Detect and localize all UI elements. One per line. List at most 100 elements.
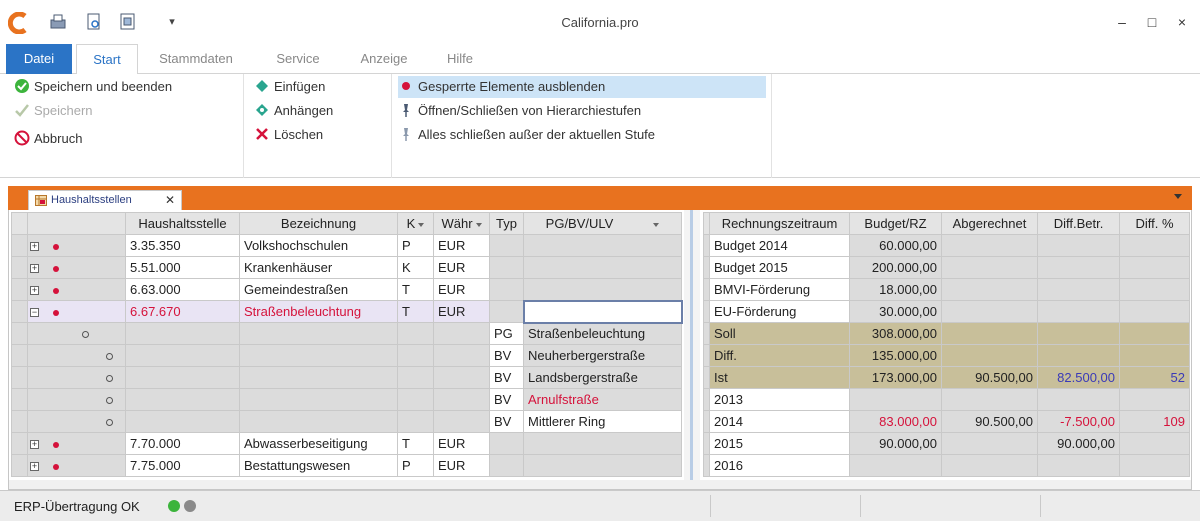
save-and-close-button[interactable]: Speichern und beenden (14, 76, 172, 98)
cell-haushaltsstelle[interactable] (125, 410, 240, 433)
header-k[interactable]: K (397, 212, 434, 235)
cell-waehr[interactable] (433, 344, 490, 367)
header-diff-betr[interactable]: Diff.Betr. (1037, 212, 1120, 235)
cell-diff-betr[interactable] (1037, 300, 1120, 323)
table-row[interactable]: 2013 (703, 388, 1190, 411)
close-all-except-button[interactable]: Alles schließen außer der aktuellen Stuf… (398, 124, 655, 146)
cell-budget-rz[interactable]: 83.000,00 (849, 410, 942, 433)
cell-k[interactable]: K (397, 256, 434, 279)
close-window-button[interactable]: × (1172, 12, 1192, 32)
cell-k[interactable] (397, 410, 434, 433)
cell-haushaltsstelle[interactable]: 7.70.000 (125, 432, 240, 455)
cell-budget-rz[interactable]: 135.000,00 (849, 344, 942, 367)
header-typ[interactable]: Typ (489, 212, 524, 235)
cell-budget-rz[interactable]: 30.000,00 (849, 300, 942, 323)
hide-locked-button[interactable]: Gesperrte Elemente ausblenden (398, 76, 766, 98)
cell-pg-bv-ulv[interactable] (523, 432, 682, 455)
header-haushaltsstelle[interactable]: Haushaltsstelle (125, 212, 240, 235)
cell-diff-betr[interactable]: -7.500,00 (1037, 410, 1120, 433)
cell-bezeichnung[interactable] (239, 344, 398, 367)
cell-haushaltsstelle[interactable]: 5.51.000 (125, 256, 240, 279)
header-abgerechnet[interactable]: Abgerechnet (941, 212, 1038, 235)
cell-waehr[interactable] (433, 410, 490, 433)
cell-bezeichnung[interactable]: Volkshochschulen (239, 234, 398, 257)
table-row[interactable]: 2015 90.000,00 90.000,00 (703, 432, 1190, 455)
child-row[interactable]: BV Arnulfstraße (11, 388, 682, 411)
cell-diff-pct[interactable] (1119, 300, 1190, 323)
cell-typ[interactable]: BV (489, 388, 524, 411)
cell-waehr[interactable]: EUR (433, 256, 490, 279)
cell-diff-pct[interactable]: 52 (1119, 366, 1190, 389)
cell-diff-pct[interactable] (1119, 432, 1190, 455)
cell-waehr[interactable]: EUR (433, 432, 490, 455)
cell-k[interactable]: T (397, 432, 434, 455)
cell-typ[interactable]: BV (489, 344, 524, 367)
table-row[interactable]: BMVI-Förderung 18.000,00 (703, 278, 1190, 301)
table-row[interactable]: − 6.67.670 Straßenbeleuchtung T EUR (11, 299, 683, 324)
table-row[interactable]: EU-Förderung 30.000,00 (703, 300, 1190, 323)
child-row[interactable]: PG Straßenbeleuchtung (11, 322, 682, 345)
cell-waehr[interactable]: EUR (433, 454, 490, 477)
cell-budget-rz[interactable]: 90.000,00 (849, 432, 942, 455)
cell-haushaltsstelle[interactable] (125, 366, 240, 389)
cell-budget-rz[interactable] (849, 388, 942, 411)
cell-k[interactable] (397, 322, 434, 345)
child-row[interactable]: BV Neuherbergerstraße (11, 344, 682, 367)
cell-k[interactable] (397, 388, 434, 411)
cell-abgerechnet[interactable]: 90.500,00 (941, 410, 1038, 433)
cell-abgerechnet[interactable] (941, 454, 1038, 477)
row-selector[interactable] (11, 300, 28, 323)
cell-haushaltsstelle[interactable]: 7.75.000 (125, 454, 240, 477)
tab-datei[interactable]: Datei (6, 44, 72, 74)
cell-typ[interactable] (489, 278, 524, 301)
row-selector[interactable] (11, 322, 28, 345)
cell-diff-betr[interactable] (1037, 234, 1120, 257)
cell-haushaltsstelle[interactable]: 6.67.670 (125, 300, 240, 323)
cell-pg-bv-ulv[interactable]: Straßenbeleuchtung (523, 322, 682, 345)
minimize-button[interactable]: – (1112, 12, 1132, 32)
cell-rechnungszeitraum[interactable]: EU-Förderung (709, 300, 850, 323)
tab-stammdaten[interactable]: Stammdaten (148, 44, 244, 74)
cell-rechnungszeitraum[interactable]: 2014 (709, 410, 850, 433)
expand-toggle-icon[interactable]: − (30, 308, 39, 318)
cell-pg-bv-ulv[interactable]: Landsbergerstraße (523, 366, 682, 389)
cell-typ[interactable]: BV (489, 366, 524, 389)
cell-rechnungszeitraum[interactable]: Soll (709, 322, 850, 345)
tab-hilfe[interactable]: Hilfe (432, 44, 488, 74)
header-pg-bv-ulv[interactable]: PG/BV/ULV (523, 212, 682, 235)
cell-bezeichnung[interactable]: Abwasserbeseitigung (239, 432, 398, 455)
delete-button[interactable]: Löschen (254, 124, 323, 146)
child-row[interactable]: BV Mittlerer Ring (11, 410, 682, 433)
maximize-button[interactable]: □ (1142, 12, 1162, 32)
expand-toggle-icon[interactable]: + (30, 242, 39, 252)
cell-waehr[interactable] (433, 366, 490, 389)
cell-diff-betr[interactable]: 90.000,00 (1037, 432, 1120, 455)
cell-rechnungszeitraum[interactable]: Budget 2015 (709, 256, 850, 279)
cell-k[interactable] (397, 366, 434, 389)
cell-abgerechnet[interactable] (941, 322, 1038, 345)
cell-bezeichnung[interactable]: Straßenbeleuchtung (239, 300, 398, 323)
cell-typ[interactable] (489, 234, 524, 257)
cell-abgerechnet[interactable] (941, 278, 1038, 301)
cell-rechnungszeitraum[interactable]: Diff. (709, 344, 850, 367)
cell-bezeichnung[interactable] (239, 322, 398, 345)
tab-anzeige[interactable]: Anzeige (346, 44, 422, 74)
cell-k[interactable] (397, 344, 434, 367)
cell-pg-bv-ulv[interactable]: Arnulfstraße (523, 388, 682, 411)
cell-diff-betr[interactable] (1037, 454, 1120, 477)
splitter-bar[interactable] (690, 210, 693, 480)
cell-abgerechnet[interactable] (941, 300, 1038, 323)
table-row[interactable]: +3.35.350 Volkshochschulen P EUR (11, 234, 682, 257)
horizontal-scrollbar[interactable] (8, 480, 1192, 490)
cell-budget-rz[interactable]: 308.000,00 (849, 322, 942, 345)
cell-abgerechnet[interactable]: 90.500,00 (941, 366, 1038, 389)
cell-budget-rz[interactable]: 60.000,00 (849, 234, 942, 257)
cell-haushaltsstelle[interactable] (125, 388, 240, 411)
cell-k[interactable]: T (397, 300, 434, 323)
cell-budget-rz[interactable]: 200.000,00 (849, 256, 942, 279)
cell-diff-pct[interactable] (1119, 234, 1190, 257)
header-waehr[interactable]: Währ (433, 212, 490, 235)
cell-diff-pct[interactable] (1119, 278, 1190, 301)
cell-diff-betr[interactable]: 82.500,00 (1037, 366, 1120, 389)
row-selector[interactable] (11, 234, 28, 257)
